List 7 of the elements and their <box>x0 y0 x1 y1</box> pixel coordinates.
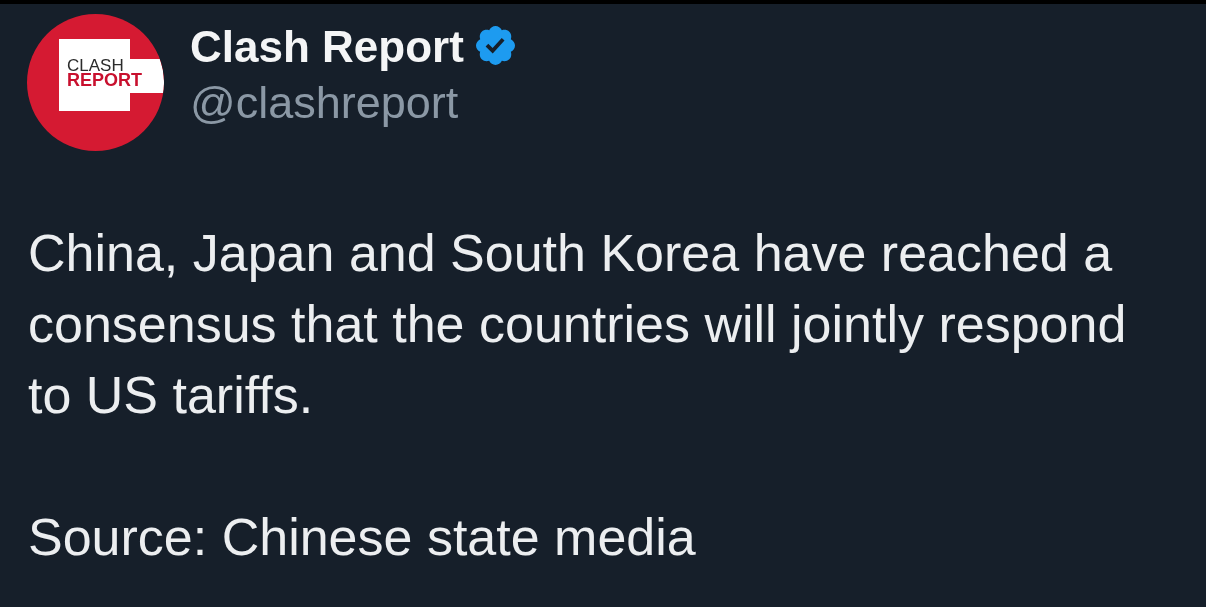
post-text: Source: Chinese state media <box>28 507 697 568</box>
logo-text: REPORT <box>67 73 142 88</box>
display-name[interactable]: Clash Report <box>190 22 464 72</box>
post-text: China, Japan and South Korea have reached a consensus that the countries will jointly respond to US tariffs. <box>28 223 1128 426</box>
user-handle[interactable]: @clashreport <box>190 75 515 131</box>
logo-text: CLASH <box>67 58 124 73</box>
avatar[interactable]: CLASH REPORT <box>27 14 164 151</box>
